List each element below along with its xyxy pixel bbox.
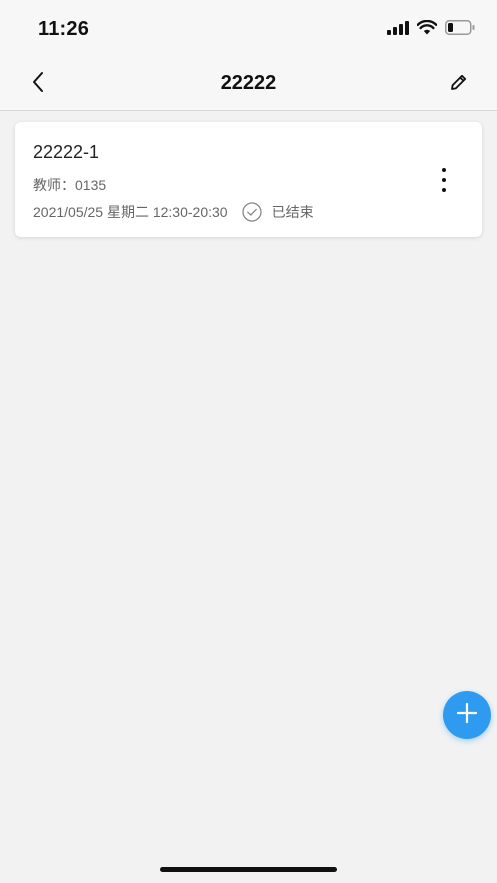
more-dot xyxy=(442,188,446,192)
lesson-more-button[interactable] xyxy=(434,168,454,192)
cellular-signal-icon xyxy=(387,20,409,40)
lesson-card[interactable]: 22222-1 教师：0135 2021/05/25 星期二 12:30-20:… xyxy=(15,122,482,237)
check-circle-icon xyxy=(241,202,262,222)
lesson-teacher: 教师：0135 xyxy=(33,177,107,193)
status-bar: 11:26 xyxy=(0,0,497,58)
wifi-icon xyxy=(416,19,438,40)
navigation-bar: 22222 xyxy=(0,58,497,111)
add-lesson-button[interactable] xyxy=(443,691,491,739)
lesson-meta: 2021/05/25 星期二 12:30-20:30 已结束 xyxy=(33,202,314,222)
battery-icon xyxy=(445,20,475,40)
page-title: 22222 xyxy=(220,72,277,94)
home-indicator[interactable] xyxy=(160,867,337,872)
edit-button[interactable] xyxy=(443,68,475,100)
plus-icon xyxy=(456,702,478,729)
status-icons xyxy=(387,19,475,40)
pencil-icon xyxy=(450,73,468,96)
lesson-title: 22222-1 xyxy=(33,142,100,162)
more-dot xyxy=(442,178,446,182)
lesson-datetime: 2021/05/25 星期二 12:30-20:30 xyxy=(33,204,228,220)
more-vertical-icon xyxy=(442,168,446,172)
lesson-status: 已结束 xyxy=(271,204,314,220)
status-time: 11:26 xyxy=(38,18,90,40)
